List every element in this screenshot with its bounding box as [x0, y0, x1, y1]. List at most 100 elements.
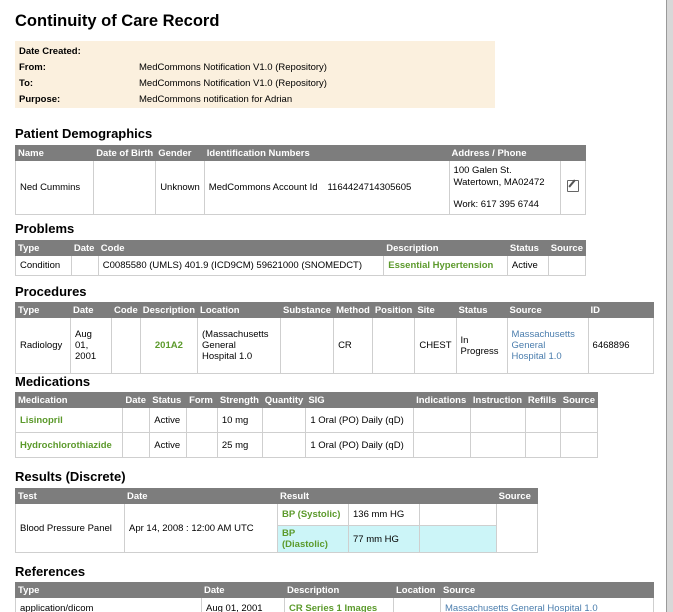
col-name: Name — [14, 145, 95, 161]
procedure-source-line[interactable]: Hospital 1.0 — [512, 351, 584, 362]
procedure-source-line[interactable]: General — [512, 340, 584, 351]
medication-indications — [413, 432, 471, 458]
table-row: Ned Cummins Unknown MedCommons Account I… — [14, 160, 586, 215]
demographics-heading: Patient Demographics — [15, 126, 153, 141]
medication-quantity — [261, 407, 307, 433]
col-location: Location — [393, 582, 441, 598]
medication-form — [186, 432, 218, 458]
result-name-line[interactable]: BP — [282, 528, 344, 539]
medications-heading: Medications — [15, 374, 91, 389]
result-extra — [419, 503, 497, 526]
problem-date — [70, 255, 99, 276]
date-created-label: Date Created: — [19, 46, 81, 57]
id-label: MedCommons Account Id — [203, 160, 324, 215]
procedure-code — [111, 317, 141, 374]
medication-name[interactable]: Lisinopril — [14, 407, 124, 433]
references-table: Type Date Description Location Source ap… — [15, 582, 654, 612]
table-row: Condition C0085580 (UMLS) 401.9 (ICD9CM)… — [15, 255, 587, 276]
col-site: Site — [414, 302, 457, 318]
edit-cell[interactable] — [560, 160, 586, 215]
col-sig: SIG — [305, 392, 415, 408]
result-name[interactable]: BP (Diastolic) — [277, 525, 349, 553]
problem-description[interactable]: Essential Hypertension — [383, 255, 508, 276]
reference-source-link[interactable]: Massachusetts General Hospital 1.0 — [440, 597, 654, 612]
result-value: 77 mm HG — [348, 525, 420, 553]
address-line-1: 100 Galen St. — [453, 164, 512, 176]
demographics-table: Name Date of Birth Gender Identification… — [14, 145, 587, 215]
medication-indications — [413, 407, 471, 433]
table-header-row: Medication Date Status Form Strength Qua… — [14, 392, 599, 408]
col-position: Position — [371, 302, 416, 318]
procedure-site: CHEST — [414, 317, 457, 374]
procedures-heading: Procedures — [15, 284, 87, 299]
col-dob: Date of Birth — [93, 145, 157, 161]
col-date: Date — [124, 488, 278, 504]
procedures-table: Type Date Code Description Location Subs… — [15, 302, 655, 374]
medication-instruction — [469, 407, 526, 433]
col-medication: Medication — [14, 392, 124, 408]
edit-icon[interactable] — [567, 180, 580, 192]
result-name[interactable]: BP (Systolic) — [277, 503, 349, 526]
procedure-type: Radiology — [15, 317, 71, 374]
result-extra — [419, 525, 497, 553]
medication-name[interactable]: Hydrochlorothiazide — [14, 432, 124, 458]
table-header-row: Name Date of Birth Gender Identification… — [14, 145, 587, 161]
table-header-row: Test Date Result Source — [15, 488, 539, 504]
to-value: MedCommons Notification V1.0 (Repository… — [139, 78, 327, 89]
col-id-numbers: Identification Numbers — [203, 145, 450, 161]
problems-table: Type Date Code Description Status Source… — [15, 240, 587, 276]
medication-date — [122, 407, 151, 433]
col-id: ID — [587, 302, 655, 318]
col-description: Description — [139, 302, 199, 318]
medication-status: Active — [149, 432, 188, 458]
medication-quantity — [261, 432, 307, 458]
procedure-source-line[interactable]: Massachusetts — [512, 329, 584, 340]
medication-sig: 1 Oral (PO) Daily (qD) — [305, 432, 415, 458]
table-row: Hydrochlorothiazide Active 25 mg 1 Oral … — [14, 432, 599, 458]
col-location: Location — [197, 302, 282, 318]
reference-type: application/dicom — [15, 597, 202, 612]
procedure-source-link[interactable]: Massachusetts General Hospital 1.0 — [506, 317, 589, 374]
col-status: Status — [455, 302, 508, 318]
problem-source — [547, 255, 587, 276]
col-date: Date — [70, 302, 112, 318]
col-type: Type — [15, 240, 72, 256]
problem-type: Condition — [15, 255, 72, 276]
col-source: Source — [495, 488, 539, 504]
reference-location — [393, 597, 441, 612]
procedure-location-line: (Massachusetts — [202, 329, 269, 340]
result-value: 136 mm HG — [348, 503, 420, 526]
procedure-description[interactable]: 201A2 — [139, 317, 199, 374]
table-row: Radiology Aug 01, 2001 201A2 (Massachuse… — [15, 317, 655, 374]
procedure-id: 6468896 — [587, 317, 655, 374]
purpose-label: Purpose: — [19, 94, 61, 105]
results-table: Test Date Result Source Blood Pressure P… — [15, 488, 539, 553]
medication-strength: 25 mg — [216, 432, 263, 458]
window-edge — [667, 0, 673, 612]
procedure-location: (Massachusetts General Hospital 1.0 — [197, 317, 282, 374]
col-code: Code — [97, 240, 385, 256]
header-info-box: Date Created: From: MedCommons Notificat… — [15, 41, 495, 108]
table-header-row: Type Date Description Location Source — [15, 582, 654, 598]
results-heading: Results (Discrete) — [15, 469, 126, 484]
table-row: application/dicom Aug 01, 2001 CR Series… — [15, 597, 654, 612]
from-value: MedCommons Notification V1.0 (Repository… — [139, 62, 327, 73]
reference-description[interactable]: CR Series 1 Images — [284, 597, 394, 612]
medications-table: Medication Date Status Form Strength Qua… — [14, 392, 599, 458]
col-test: Test — [15, 488, 125, 504]
col-date: Date — [70, 240, 99, 256]
col-address: Address / Phone — [448, 145, 587, 161]
patient-dob — [93, 160, 157, 215]
col-form: Form — [186, 392, 218, 408]
procedure-status: In Progress — [455, 317, 508, 374]
problem-status: Active — [506, 255, 549, 276]
col-gender: Gender — [155, 145, 205, 161]
col-result: Result — [277, 488, 497, 504]
result-test: Blood Pressure Panel — [15, 503, 125, 553]
from-label: From: — [19, 62, 46, 73]
table-header-row: Type Date Code Description Status Source — [15, 240, 587, 256]
medication-sig: 1 Oral (PO) Daily (qD) — [305, 407, 415, 433]
result-name-line[interactable]: (Diastolic) — [282, 539, 344, 550]
col-code: Code — [111, 302, 141, 318]
procedure-location-line: General — [202, 340, 236, 351]
